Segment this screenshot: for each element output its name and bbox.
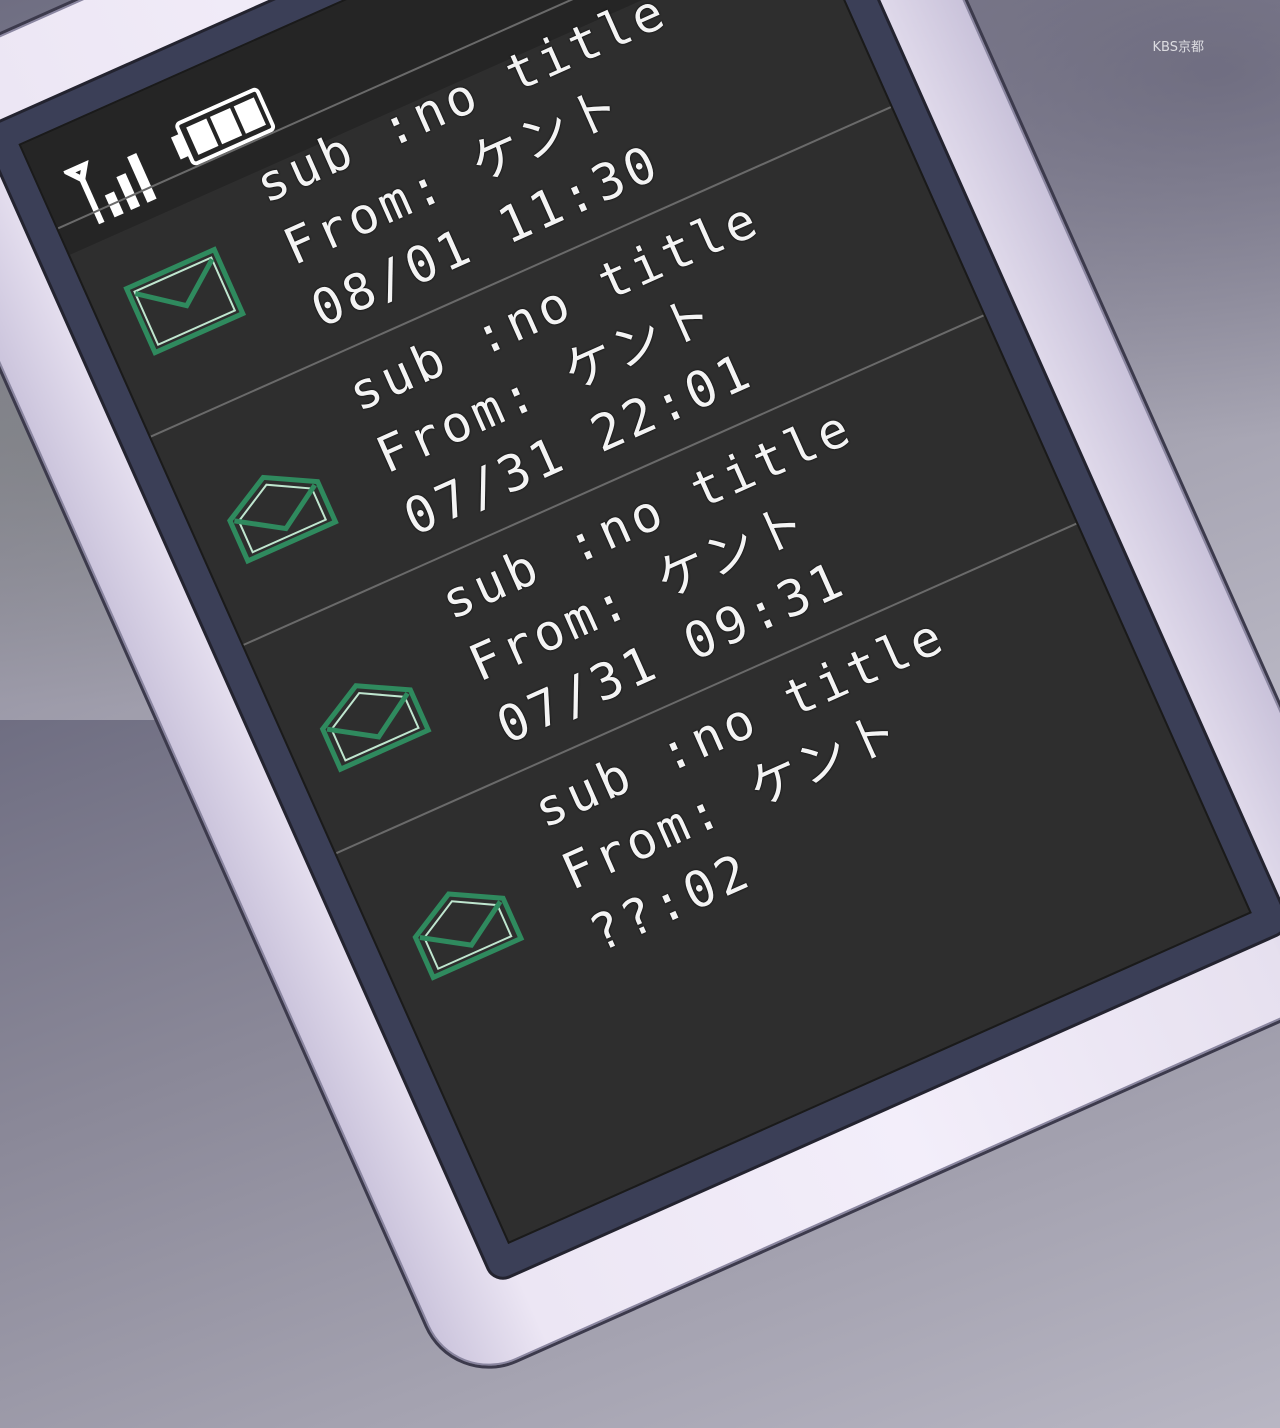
opened-envelope-icon <box>319 683 432 773</box>
broadcaster-watermark: KBS京都 <box>1152 40 1204 55</box>
opened-envelope-icon <box>227 474 339 565</box>
opened-envelope-icon <box>412 891 525 981</box>
phone: sub :no title From: ケント 08/01 11:30 sub … <box>0 0 1280 1392</box>
unread-envelope-icon <box>123 246 247 356</box>
